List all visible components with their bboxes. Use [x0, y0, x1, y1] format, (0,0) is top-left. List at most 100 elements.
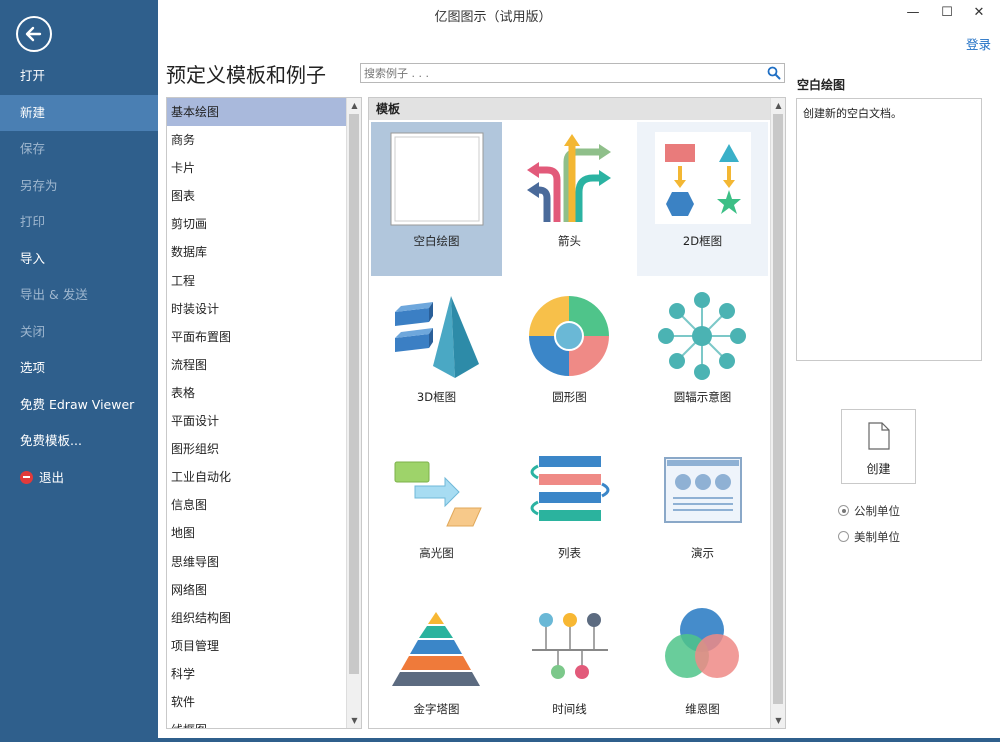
radio-label: 公制单位 — [854, 504, 900, 518]
scroll-up-icon[interactable]: ▲ — [347, 98, 361, 113]
category-item[interactable]: 组织结构图 — [167, 604, 347, 632]
category-items: 基本绘图 商务 卡片 图表 剪切画 数据库 工程 时装设计 平面布置图 流程图 表格 平面设计 图形组织… — [167, 98, 347, 728]
template-label: 演示 — [691, 546, 714, 560]
close-button[interactable]: ✕ — [966, 2, 992, 24]
menu-new[interactable]: 新建 — [0, 94, 158, 131]
category-item[interactable]: 科学 — [167, 660, 347, 688]
scrollbar-thumb[interactable] — [349, 114, 359, 674]
radio-unchecked[interactable] — [838, 531, 849, 542]
template-label: 金字塔图 — [413, 702, 460, 716]
pyramid-icon — [392, 612, 480, 686]
menu-close[interactable]: 关闭 — [0, 314, 158, 351]
create-button[interactable]: 创建 — [841, 409, 916, 484]
template-3d-block[interactable]: 3D框图 — [371, 278, 502, 432]
search-icon[interactable] — [767, 66, 781, 83]
template-section-header: 模板 — [369, 98, 771, 120]
menu-open[interactable]: 打开 — [0, 58, 158, 95]
minimize-button[interactable]: — — [900, 2, 926, 24]
menu-export-send[interactable]: 导出 & 发送 — [0, 277, 158, 314]
category-item[interactable]: 地图 — [167, 519, 347, 547]
category-item[interactable]: 商务 — [167, 126, 347, 154]
template-label: 列表 — [558, 546, 581, 560]
category-item[interactable]: 思维导图 — [167, 548, 347, 576]
category-item[interactable]: 基本绘图 — [167, 98, 347, 127]
highlight-icon — [394, 461, 482, 527]
presentation-icon — [664, 457, 742, 523]
search-box — [360, 63, 785, 83]
preview-title: 空白绘图 — [797, 78, 846, 92]
back-button[interactable] — [16, 16, 52, 52]
category-item[interactable]: 时装设计 — [167, 295, 347, 323]
template-blank[interactable]: 空白绘图 — [371, 122, 502, 276]
category-item[interactable]: 项目管理 — [167, 632, 347, 660]
template-label: 空白绘图 — [413, 234, 460, 248]
back-arrow-icon — [25, 26, 42, 42]
category-scrollbar[interactable]: ▲ ▼ — [346, 98, 361, 728]
template-2d-block[interactable]: 2D框图 — [637, 122, 768, 276]
category-item[interactable]: 线框图 — [167, 716, 347, 728]
category-item[interactable]: 图形组织 — [167, 435, 347, 463]
maximize-button[interactable]: ☐ — [934, 2, 960, 24]
template-label: 箭头 — [558, 234, 581, 248]
template-label: 圆辐示意图 — [673, 390, 732, 404]
menu-exit[interactable]: 退出 — [0, 460, 158, 497]
category-item[interactable]: 信息图 — [167, 491, 347, 519]
3d-block-icon — [395, 296, 479, 378]
category-item[interactable]: 平面设计 — [167, 407, 347, 435]
scrollbar-thumb[interactable] — [773, 114, 783, 704]
category-item[interactable]: 数据库 — [167, 238, 347, 266]
preview-description: 创建新的空白文档。 — [796, 98, 982, 361]
category-item[interactable]: 工业自动化 — [167, 463, 347, 491]
search-input[interactable] — [364, 65, 759, 81]
template-highlight[interactable]: 高光图 — [371, 434, 502, 588]
template-label: 圆形图 — [552, 390, 587, 404]
template-label: 时间线 — [552, 702, 587, 716]
menu-options[interactable]: 选项 — [0, 350, 158, 387]
arrows-icon — [527, 134, 611, 222]
scroll-up-icon[interactable]: ▲ — [771, 98, 785, 113]
template-timeline[interactable]: 时间线 — [504, 590, 635, 728]
template-panel: 模板 空白绘图 箭头 2D框图 3D框图 圆形图 圆辐示意图 高光图 列表 演示… — [368, 97, 786, 729]
template-presentation[interactable]: 演示 — [637, 434, 768, 588]
category-item[interactable]: 剪切画 — [167, 210, 347, 238]
page-title: 预定义模板和例子 — [166, 63, 326, 87]
scroll-down-icon[interactable]: ▼ — [347, 713, 361, 728]
metric-units-option[interactable]: 公制单位 — [838, 503, 900, 519]
create-button-label: 创建 — [866, 462, 891, 476]
menu-print[interactable]: 打印 — [0, 204, 158, 241]
menu-save-as[interactable]: 另存为 — [0, 168, 158, 205]
category-item[interactable]: 图表 — [167, 182, 347, 210]
category-item[interactable]: 平面布置图 — [167, 323, 347, 351]
category-item[interactable]: 表格 — [167, 379, 347, 407]
menu-import[interactable]: 导入 — [0, 241, 158, 278]
us-units-option[interactable]: 美制单位 — [838, 529, 900, 545]
template-label: 2D框图 — [682, 234, 723, 248]
template-label: 维恩图 — [685, 702, 720, 716]
list-icon — [530, 456, 610, 521]
template-venn[interactable]: 维恩图 — [637, 590, 768, 728]
radio-label: 美制单位 — [854, 530, 900, 544]
new-document-icon — [868, 422, 890, 450]
category-item[interactable]: 软件 — [167, 688, 347, 716]
category-item[interactable]: 工程 — [167, 267, 347, 295]
category-item[interactable]: 流程图 — [167, 351, 347, 379]
template-scrollbar[interactable]: ▲ ▼ — [770, 98, 785, 728]
template-arrows[interactable]: 箭头 — [504, 122, 635, 276]
template-radial[interactable]: 圆辐示意图 — [637, 278, 768, 432]
template-pyramid[interactable]: 金字塔图 — [371, 590, 502, 728]
category-item[interactable]: 卡片 — [167, 154, 347, 182]
login-link[interactable]: 登录 — [966, 34, 991, 53]
template-list[interactable]: 列表 — [504, 434, 635, 588]
category-item[interactable]: 网络图 — [167, 576, 347, 604]
exit-icon — [20, 470, 33, 484]
scroll-down-icon[interactable]: ▼ — [771, 713, 785, 728]
template-label: 高光图 — [419, 546, 454, 560]
menu-free-templates[interactable]: 免费模板... — [0, 423, 158, 460]
timeline-icon — [532, 613, 608, 679]
menu-free-viewer[interactable]: 免费 Edraw Viewer — [0, 387, 158, 424]
radio-checked[interactable] — [838, 505, 849, 516]
template-circle-chart[interactable]: 圆形图 — [504, 278, 635, 432]
radial-diagram-icon — [658, 292, 746, 380]
blank-page-icon — [390, 132, 484, 226]
menu-save[interactable]: 保存 — [0, 131, 158, 168]
